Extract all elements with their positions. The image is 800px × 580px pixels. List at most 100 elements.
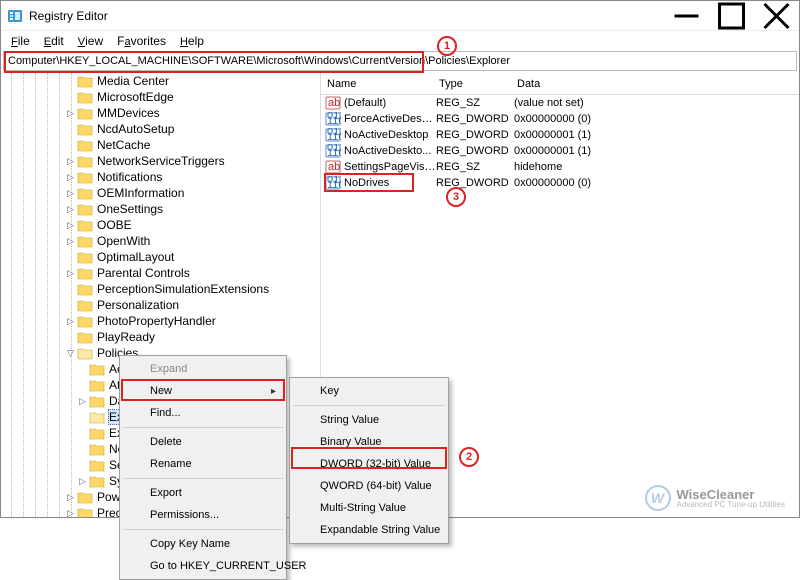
regedit-icon [7,8,23,24]
values-header: Name Type Data [321,73,799,95]
new-key[interactable]: Key [292,380,446,402]
svg-text:110: 110 [327,179,341,190]
expand-icon[interactable]: ▷ [77,476,88,487]
tree-item[interactable]: NcdAutoSetup [5,121,320,137]
folder-icon [89,427,105,440]
menu-favorites[interactable]: Favorites [111,32,172,50]
registry-value-row[interactable]: ab(Default)REG_SZ(value not set) [321,95,799,111]
expand-icon[interactable]: ▷ [65,492,76,503]
tree-label: Personalization [96,298,180,312]
expand-icon[interactable]: ▷ [65,220,76,231]
registry-value-row[interactable]: 011110NoActiveDeskto...REG_DWORD0x000000… [321,143,799,159]
menu-view[interactable]: View [72,32,109,50]
tree-label: NetworkServiceTriggers [96,154,226,168]
expand-icon[interactable]: ▷ [65,156,76,167]
value-data: (value not set) [514,97,799,109]
menu-file[interactable]: File [5,32,36,50]
menu-help[interactable]: Help [174,32,210,50]
watermark-tagline: Advanced PC Tune-up Utilities [677,501,786,509]
folder-icon [77,139,93,152]
ctx-new[interactable]: New [122,380,284,402]
tree-item[interactable]: Media Center [5,73,320,89]
value-data: 0x00000001 (1) [514,145,799,157]
expand-icon[interactable]: ▷ [77,396,88,407]
new-string[interactable]: String Value [292,409,446,431]
value-name: (Default) [344,97,436,109]
value-name: SettingsPageVisi... [344,161,436,173]
expand-icon[interactable]: ▷ [65,236,76,247]
tree-label: NetCache [96,138,151,152]
col-type[interactable]: Type [433,78,511,90]
titlebar: Registry Editor [1,1,799,31]
new-qword64[interactable]: QWORD (64-bit) Value [292,475,446,497]
registry-value-row[interactable]: 011110NoDrivesREG_DWORD0x00000000 (0) [321,175,799,191]
minimize-button[interactable] [664,1,709,31]
tree-item[interactable]: ▷ Parental Controls [5,265,320,281]
ctx-permissions[interactable]: Permissions... [122,504,284,526]
tree-item[interactable]: ▷Notifications [5,169,320,185]
tree-item[interactable]: MicrosoftEdge [5,89,320,105]
window-controls [664,1,799,31]
ctx-find[interactable]: Find... [122,402,284,424]
tree-item[interactable]: ▷OEMInformation [5,185,320,201]
new-expandstring[interactable]: Expandable String Value [292,519,446,541]
maximize-button[interactable] [709,1,754,31]
folder-icon [77,123,93,136]
expand-icon[interactable]: ▷ [65,172,76,183]
expand-icon[interactable]: ▷ [65,204,76,215]
tree-item[interactable]: ▷MMDevices [5,105,320,121]
registry-value-row[interactable]: 011110NoActiveDesktopREG_DWORD0x00000001… [321,127,799,143]
close-button[interactable] [754,1,799,31]
value-type: REG_SZ [436,161,514,173]
new-multistring[interactable]: Multi-String Value [292,497,446,519]
folder-icon [77,507,93,518]
tree-item[interactable]: ▷OOBE [5,217,320,233]
address-bar[interactable]: Computer\HKEY_LOCAL_MACHINE\SOFTWARE\Mic… [3,51,797,71]
new-binary[interactable]: Binary Value [292,431,446,453]
watermark: W WiseCleaner Advanced PC Tune-up Utilit… [645,485,786,511]
ctx-export[interactable]: Export [122,482,284,504]
svg-text:110: 110 [327,147,341,158]
expand-icon[interactable]: ▷ [65,316,76,327]
tree-label: Parental Controls [96,266,191,280]
expand-icon[interactable]: ▷ [65,268,76,279]
ctx-rename[interactable]: Rename [122,453,284,475]
tree-item[interactable]: Personalization [5,297,320,313]
expand-icon[interactable]: ▷ [65,188,76,199]
folder-icon [89,363,105,376]
value-name: ForceActiveDesk... [344,113,436,125]
tree-item[interactable]: ▷PhotoPropertyHandler [5,313,320,329]
tree-label: OptimalLayout [96,250,175,264]
new-dword32[interactable]: DWORD (32-bit) Value [292,453,446,475]
svg-text:110: 110 [327,115,341,126]
ctx-copy-key-name[interactable]: Copy Key Name [122,533,284,555]
tree-item[interactable]: OptimalLayout [5,249,320,265]
value-name: NoActiveDeskto... [344,145,436,157]
expand-icon[interactable]: ▷ [65,108,76,119]
string-icon: ab [325,96,341,110]
value-name: NoDrives [344,177,436,189]
ctx-goto-hkcu[interactable]: Go to HKEY_CURRENT_USER [122,555,284,577]
tree-item[interactable]: ▷OpenWith [5,233,320,249]
ctx-delete[interactable]: Delete [122,431,284,453]
context-submenu-new[interactable]: Key String ValueBinary ValueDWORD (32-bit… [289,377,449,544]
folder-icon [77,219,93,232]
folder-icon [89,475,105,488]
tree-item[interactable]: PlayReady [5,329,320,345]
expand-icon[interactable]: ▷ [65,508,76,518]
tree-label: OneSettings [96,202,164,216]
tree-item[interactable]: ▷ NetworkServiceTriggers [5,153,320,169]
context-menu[interactable]: ExpandNewFind...DeleteRenameExportPermis… [119,355,287,580]
address-text: Computer\HKEY_LOCAL_MACHINE\SOFTWARE\Mic… [8,55,510,67]
expand-icon[interactable]: ▽ [65,348,76,359]
col-data[interactable]: Data [511,78,799,90]
col-name[interactable]: Name [321,78,433,90]
svg-text:ab: ab [328,161,340,173]
tree-item[interactable]: PerceptionSimulationExtensions [5,281,320,297]
folder-icon [77,107,93,120]
menu-edit[interactable]: Edit [38,32,70,50]
registry-value-row[interactable]: abSettingsPageVisi...REG_SZhidehome [321,159,799,175]
registry-value-row[interactable]: 011110ForceActiveDesk...REG_DWORD0x00000… [321,111,799,127]
tree-item[interactable]: ▷ OneSettings [5,201,320,217]
tree-item[interactable]: NetCache [5,137,320,153]
